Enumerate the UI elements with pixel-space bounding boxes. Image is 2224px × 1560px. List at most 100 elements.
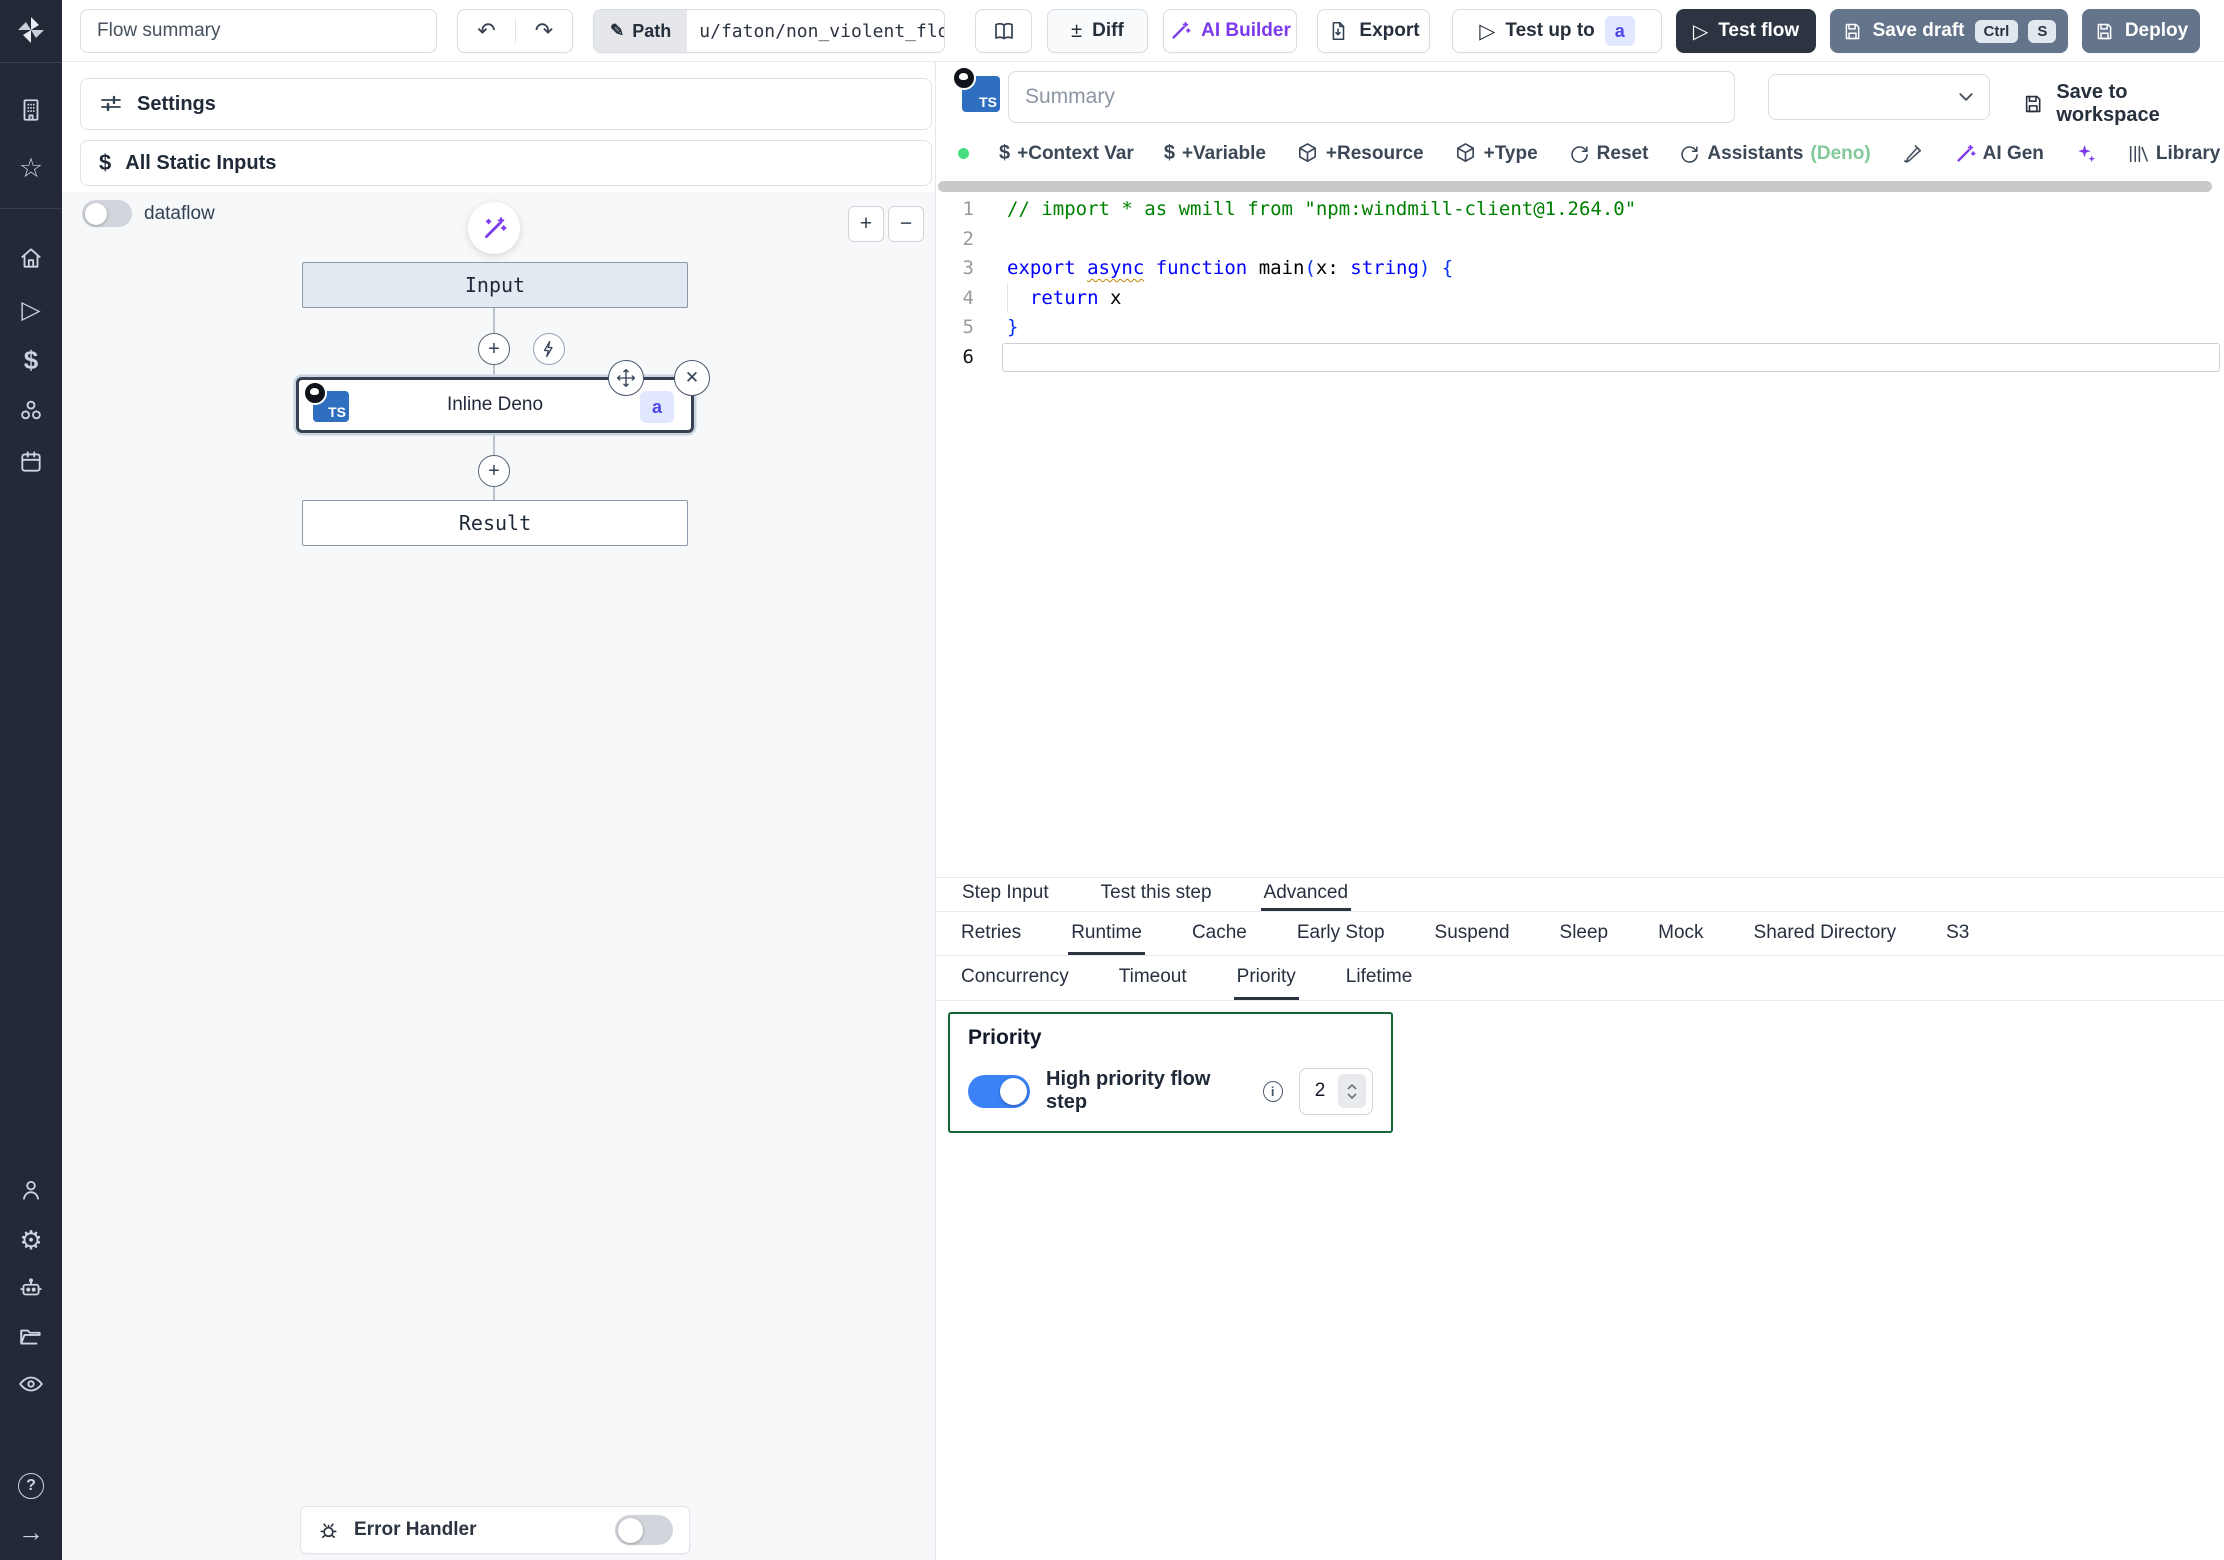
code-lines[interactable]: // import * as wmill from "npm:windmill-… [1002, 195, 2220, 372]
priority-number-input[interactable]: 2 [1299, 1068, 1373, 1115]
save-floppy-icon [2022, 92, 2044, 116]
dataflow-toggle[interactable] [82, 200, 132, 227]
workers-robot-icon[interactable] [13, 1270, 49, 1306]
flow-summary-input[interactable] [80, 9, 437, 53]
windmill-logo[interactable] [13, 12, 49, 48]
priority-section: Priority High priority flow step i 2 [948, 1012, 1393, 1133]
assistants-button[interactable]: Assistants (Deno) [1678, 143, 1870, 165]
schedules-calendar-icon[interactable] [13, 444, 49, 480]
path-button[interactable]: ✎ Path [594, 10, 687, 52]
step-tabs: Step Input Test this step Advanced [936, 877, 2224, 912]
tab-suspend[interactable]: Suspend [1432, 913, 1513, 955]
ai-gen-button[interactable]: AI Gen [1954, 143, 2044, 165]
add-resource-label: +Resource [1326, 143, 1424, 165]
zoom-out-button[interactable]: − [888, 206, 924, 242]
indent-guide [1007, 284, 1008, 314]
sparkles-button[interactable] [2074, 142, 2097, 165]
ai-builder-label: AI Builder [1201, 20, 1291, 42]
reset-button[interactable]: Reset [1568, 143, 1649, 165]
add-step-button[interactable]: + [478, 333, 510, 365]
worker-tag-select[interactable] [1768, 74, 1990, 120]
tab-concurrency[interactable]: Concurrency [958, 957, 1072, 1000]
add-step-button[interactable]: + [478, 455, 510, 487]
high-priority-label: High priority flow step [1046, 1068, 1247, 1114]
add-context-var-button[interactable]: $+Context Var [999, 142, 1134, 165]
step-summary-input[interactable] [1008, 71, 1735, 123]
runs-play-icon[interactable]: ▷ [13, 292, 49, 328]
tab-shared-directory[interactable]: Shared Directory [1751, 913, 1900, 955]
tab-advanced[interactable]: Advanced [1261, 878, 1352, 911]
workspace-icon[interactable] [13, 92, 49, 128]
runtime-tabs: Concurrency Timeout Priority Lifetime [936, 957, 2224, 1001]
tab-step-input[interactable]: Step Input [959, 878, 1052, 911]
export-button[interactable]: Export [1317, 9, 1430, 53]
diff-button[interactable]: ± Diff [1047, 9, 1148, 53]
audit-eye-icon[interactable] [13, 1366, 49, 1402]
save-to-workspace-label: Save to workspace [2056, 81, 2224, 127]
library-button[interactable]: Library [2127, 143, 2220, 165]
tab-test-this-step[interactable]: Test this step [1098, 878, 1215, 911]
add-variable-button[interactable]: $+Variable [1164, 142, 1266, 165]
tab-s3[interactable]: S3 [1943, 913, 1972, 955]
delete-node-button[interactable]: ✕ [674, 360, 710, 396]
brush-icon [1901, 142, 1924, 165]
variables-dollar-icon[interactable]: $ [13, 342, 49, 378]
error-handler-bar[interactable]: Error Handler [300, 1506, 690, 1554]
collapse-arrow-icon[interactable]: → [13, 1514, 49, 1550]
error-handler-toggle[interactable] [615, 1515, 673, 1545]
app-sidebar: ☆ ▷ $ ⚙ ? → [0, 0, 62, 1560]
folders-icon[interactable] [13, 1318, 49, 1354]
status-dot [958, 148, 969, 159]
ai-builder-button[interactable]: AI Builder [1163, 9, 1297, 53]
tab-early-stop[interactable]: Early Stop [1294, 913, 1388, 955]
advanced-tabs: Retries Runtime Cache Early Stop Suspend… [936, 913, 2224, 956]
priority-row: High priority flow step i 2 [968, 1066, 1373, 1116]
move-node-handle[interactable] [608, 360, 644, 396]
ai-flow-wand-button[interactable] [468, 202, 520, 254]
path-value[interactable]: u/faton/non_violent_flow [687, 10, 944, 52]
number-stepper[interactable] [1338, 1074, 1366, 1108]
docs-book-button[interactable] [975, 9, 1032, 53]
input-node[interactable]: Input [302, 262, 688, 308]
redo-icon[interactable]: ↷ [515, 18, 572, 44]
ts-label: TS [328, 404, 346, 420]
tab-runtime[interactable]: Runtime [1068, 913, 1145, 955]
format-brush-button[interactable] [1901, 142, 1924, 165]
result-node[interactable]: Result [302, 500, 688, 546]
save-draft-button[interactable]: Save draft Ctrl S [1830, 9, 2068, 53]
home-icon[interactable] [13, 240, 49, 276]
save-floppy-icon [1842, 21, 1863, 42]
favorites-star-icon[interactable]: ☆ [13, 150, 49, 186]
code-gutter: 123456 [936, 195, 1002, 372]
test-up-to-button[interactable]: ▷ Test up to a [1452, 9, 1662, 53]
deploy-button[interactable]: Deploy [2082, 9, 2200, 53]
tab-timeout[interactable]: Timeout [1116, 957, 1190, 1000]
add-resource-button[interactable]: +Resource [1296, 142, 1424, 165]
tab-lifetime[interactable]: Lifetime [1343, 957, 1416, 1000]
save-to-workspace-button[interactable]: Save to workspace [2022, 81, 2224, 127]
add-variable-label: +Variable [1182, 143, 1266, 165]
settings-gear-icon[interactable]: ⚙ [13, 1222, 49, 1258]
info-icon[interactable]: i [1263, 1081, 1283, 1102]
resources-icon[interactable] [13, 392, 49, 428]
flow-settings-button[interactable]: Settings [80, 78, 932, 130]
add-type-label: +Type [1484, 143, 1538, 165]
error-handler-label: Error Handler [354, 1519, 476, 1541]
horizontal-scrollbar[interactable] [938, 181, 2212, 192]
add-type-button[interactable]: +Type [1454, 142, 1538, 165]
tab-sleep[interactable]: Sleep [1557, 913, 1612, 955]
tab-priority[interactable]: Priority [1234, 957, 1299, 1000]
all-static-inputs-button[interactable]: $ All Static Inputs [80, 140, 932, 186]
magic-wand-icon [1169, 20, 1191, 42]
help-icon[interactable]: ? [13, 1468, 49, 1504]
trigger-bolt-button[interactable] [533, 333, 565, 365]
undo-icon[interactable]: ↶ [458, 18, 515, 44]
high-priority-toggle[interactable] [968, 1075, 1030, 1108]
dollar-icon: $ [99, 150, 111, 176]
zoom-in-button[interactable]: + [848, 206, 884, 242]
users-icon[interactable] [13, 1172, 49, 1208]
tab-cache[interactable]: Cache [1189, 913, 1250, 955]
tab-retries[interactable]: Retries [958, 913, 1024, 955]
tab-mock[interactable]: Mock [1655, 913, 1706, 955]
test-flow-button[interactable]: ▷ Test flow [1676, 9, 1816, 53]
